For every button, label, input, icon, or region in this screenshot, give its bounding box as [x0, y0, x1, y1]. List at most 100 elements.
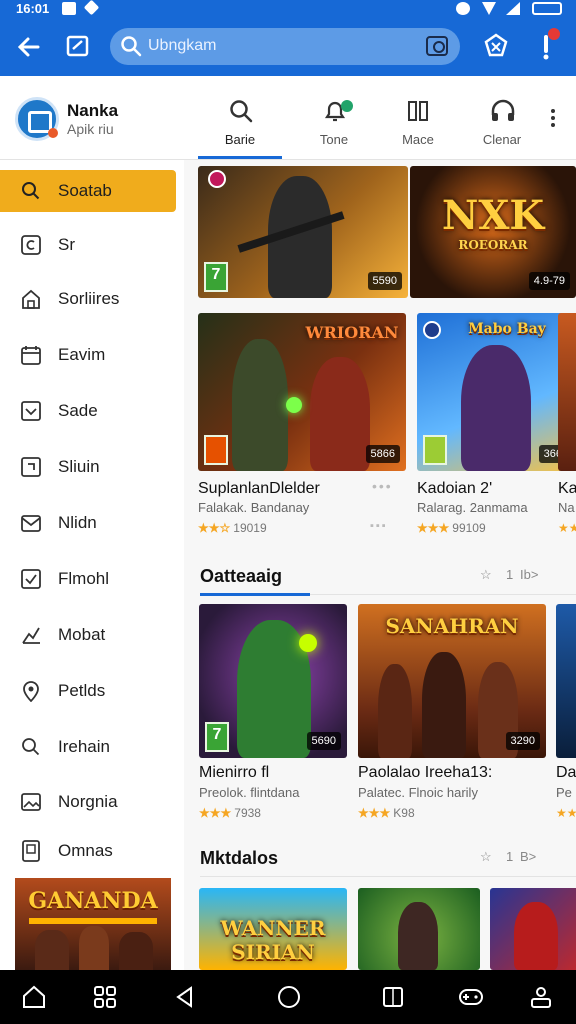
game-logo: WANNER SIRIAN: [220, 916, 326, 964]
filter-icon[interactable]: ☆: [480, 849, 492, 865]
sidebar-item-nlidn[interactable]: Nlidn: [0, 502, 176, 544]
game-card-art[interactable]: WRIORAN 5866: [198, 313, 406, 471]
star-rating: ★★★ 7938: [199, 806, 261, 820]
game-title[interactable]: Mienirro fl: [199, 764, 269, 782]
more-dots-icon[interactable]: •••: [372, 478, 393, 494]
square-icon: [21, 457, 41, 477]
tab-label: Clenar: [482, 132, 522, 147]
tab-barie[interactable]: Barie: [198, 96, 282, 158]
game-subtitle: Palatec. Flnoic harily: [358, 785, 478, 800]
tab-clenar[interactable]: Clenar: [460, 96, 544, 158]
camera-icon[interactable]: [426, 36, 448, 56]
game-title[interactable]: Da: [556, 764, 576, 782]
sidebar-item-sade[interactable]: Sade: [0, 390, 176, 432]
game-card-art-partial[interactable]: [556, 604, 576, 758]
game-card-art[interactable]: SANAHRAN 3290: [358, 604, 546, 758]
sidebar-item-sliuin[interactable]: Sliuin: [0, 446, 176, 488]
age-rating-badge: 7: [204, 262, 228, 292]
home-circle-icon[interactable]: [276, 984, 302, 1010]
sidebar-item-label: Nlidn: [58, 513, 97, 532]
banner-character: [35, 930, 69, 970]
image-icon: [21, 793, 41, 811]
logo-badge: [48, 128, 58, 138]
tab-label: Barie: [224, 132, 256, 147]
game-card-art[interactable]: 7 5690: [199, 604, 347, 758]
sidebar-item-label: Sliuin: [58, 457, 100, 476]
sidebar-item-eavim[interactable]: Eavim: [0, 334, 176, 376]
section-divider: [310, 594, 576, 595]
profile-icon[interactable]: [528, 984, 554, 1010]
see-more-link[interactable]: B>: [520, 849, 536, 864]
sidebar-item-soatab[interactable]: Soatab: [0, 170, 176, 212]
download-icon: [21, 401, 41, 421]
home-icon[interactable]: [21, 984, 47, 1010]
search-bar[interactable]: Ubngkam: [110, 28, 460, 65]
warrior-figure: [310, 357, 370, 471]
game-title[interactable]: Kadoian 2': [417, 480, 492, 498]
device-icon: [22, 840, 40, 862]
stars: ★★★: [417, 521, 450, 535]
profile-badge-icon[interactable]: [483, 33, 509, 59]
more-options-icon[interactable]: [549, 107, 557, 129]
section-separator: 1: [506, 567, 514, 582]
recents-icon[interactable]: [380, 984, 406, 1010]
featured-logo: NXK: [441, 192, 545, 239]
sidebar-item-sorliires[interactable]: Sorliires: [0, 278, 176, 320]
sidebar-item-mobat[interactable]: Mobat: [0, 614, 176, 656]
filter-icon[interactable]: ☆: [480, 567, 492, 583]
price-tag: 4.9-79: [528, 272, 570, 290]
search-icon: [22, 182, 40, 200]
game-card-art[interactable]: WANNER SIRIAN: [199, 888, 347, 970]
chart-icon: [22, 627, 40, 644]
section-divider: [200, 876, 576, 877]
sidebar-item-omnas[interactable]: Omnas: [0, 830, 176, 872]
price-tag: 5590: [367, 272, 402, 290]
age-rating-badge: [423, 435, 447, 465]
price-tag: 5690: [306, 732, 341, 750]
back-triangle-icon[interactable]: [172, 984, 198, 1010]
edit-window-icon[interactable]: [66, 34, 90, 58]
gamepad-icon[interactable]: [458, 984, 484, 1010]
game-title[interactable]: SuplanlanDlelder: [198, 480, 320, 498]
game-subtitle: Falakak. Bandanay: [198, 500, 310, 515]
apps-icon[interactable]: [92, 984, 118, 1010]
tab-tone[interactable]: Tone: [292, 96, 376, 158]
age-rating-badge: [204, 435, 228, 465]
hero-figure: [461, 345, 531, 471]
game-card-art[interactable]: Mabo Bay 366: [417, 313, 573, 471]
sidebar-item-label: Omnas: [58, 841, 113, 860]
sidebar-item-irehain[interactable]: Irehain: [0, 726, 176, 768]
mail-icon: [21, 515, 41, 532]
circle-c-icon: [21, 235, 41, 255]
featured-logo-sub: ROEORAR: [458, 238, 528, 252]
game-card-art[interactable]: [358, 888, 480, 970]
tab-mace[interactable]: Mace: [376, 96, 460, 158]
game-subtitle: Pe: [556, 785, 572, 800]
featured-game-right[interactable]: NXK ROEORAR 4.9-79: [410, 166, 576, 298]
wifi-icon: [482, 2, 496, 15]
game-card-art-partial[interactable]: [558, 313, 576, 471]
status-time: 16:01: [16, 1, 50, 16]
section-title: Mktdalos: [200, 848, 279, 868]
game-title[interactable]: Paolalao Ireeha13:: [358, 764, 492, 782]
sidebar-item-flmohl[interactable]: Flmohl: [0, 558, 176, 600]
game-subtitle: Ralarag. 2anmama: [417, 500, 528, 515]
sidebar-promo-banner[interactable]: GANANDA: [15, 878, 171, 970]
game-card-art[interactable]: [490, 888, 576, 970]
see-more-link[interactable]: Ib>: [520, 567, 538, 582]
featured-game-left[interactable]: 7 5590: [198, 166, 408, 298]
rating-count: 99109: [452, 521, 486, 535]
back-arrow-icon[interactable]: [16, 34, 42, 60]
sidebar-item-sr[interactable]: Sr: [0, 224, 176, 266]
magic-glow: [286, 397, 302, 413]
game-title[interactable]: Ka: [558, 480, 576, 498]
signal-icon: [506, 2, 520, 15]
game-logo: SANAHRAN: [385, 614, 519, 638]
sidebar-item-petlds[interactable]: Petlds: [0, 670, 176, 712]
brand-subtitle: Apik riu: [67, 121, 114, 137]
warrior-figure: [422, 652, 466, 758]
search-input[interactable]: Ubngkam: [148, 37, 216, 55]
sidebar-item-norgnia[interactable]: Norgnia: [0, 781, 176, 823]
more-dots-icon[interactable]: ▪▪▪: [370, 520, 388, 532]
game-logo: Mabo Bay: [468, 321, 546, 337]
